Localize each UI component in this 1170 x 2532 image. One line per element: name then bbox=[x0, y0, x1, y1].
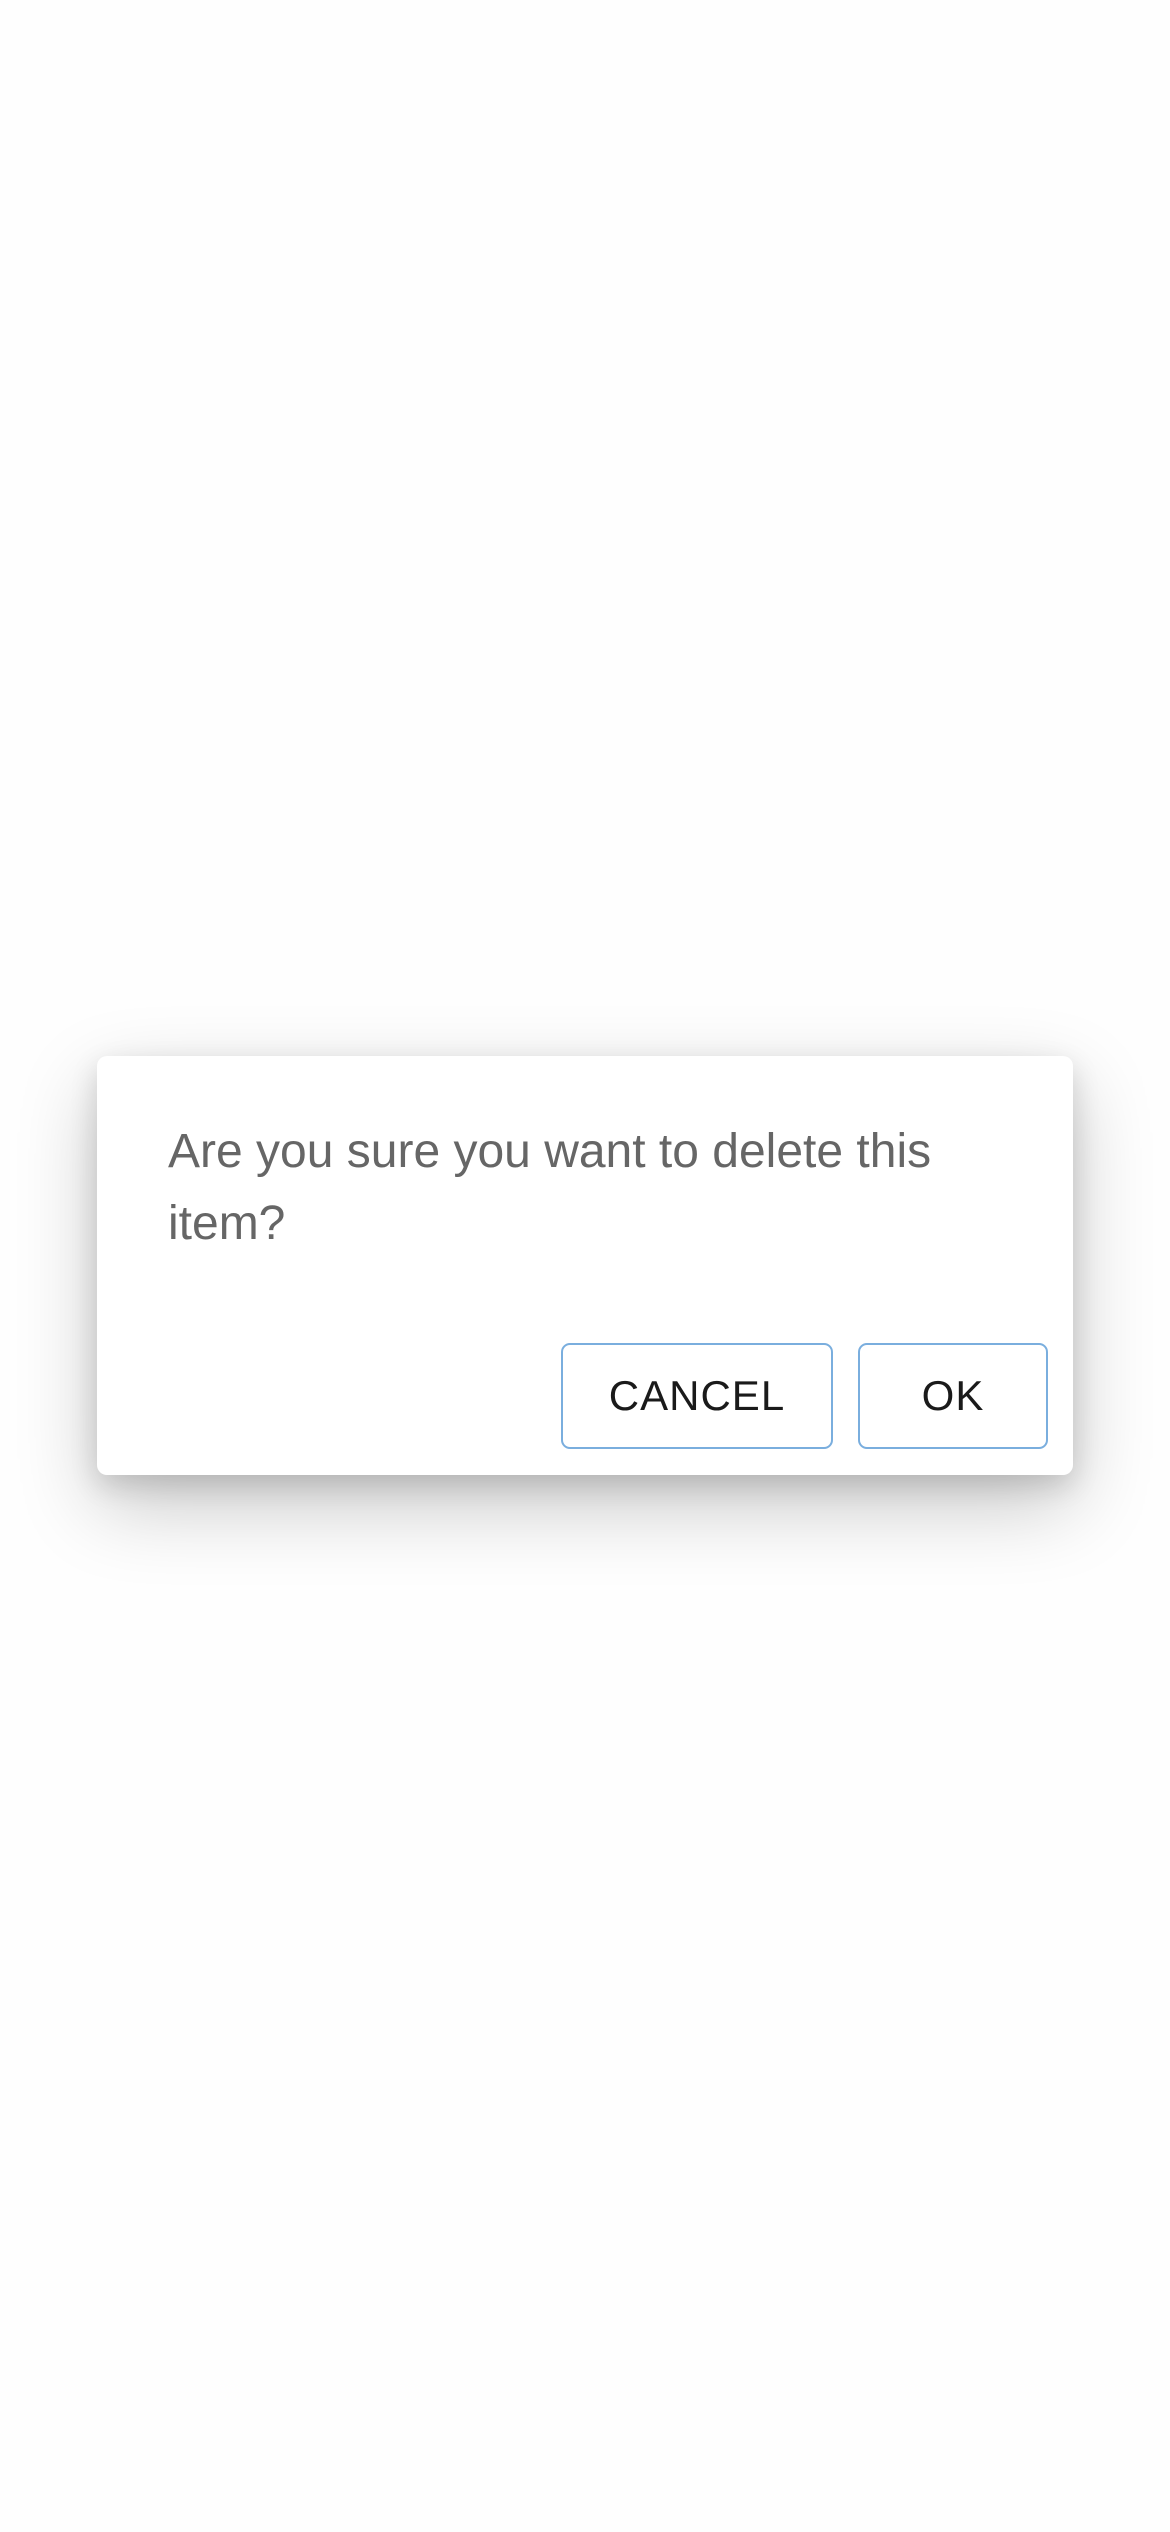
confirm-delete-dialog: Are you sure you want to delete this ite… bbox=[97, 1056, 1073, 1475]
cancel-button[interactable]: CANCEL bbox=[561, 1343, 833, 1449]
screen-backdrop: Are you sure you want to delete this ite… bbox=[0, 0, 1170, 2532]
ok-button[interactable]: OK bbox=[858, 1343, 1048, 1449]
dialog-message: Are you sure you want to delete this ite… bbox=[168, 1125, 932, 1250]
